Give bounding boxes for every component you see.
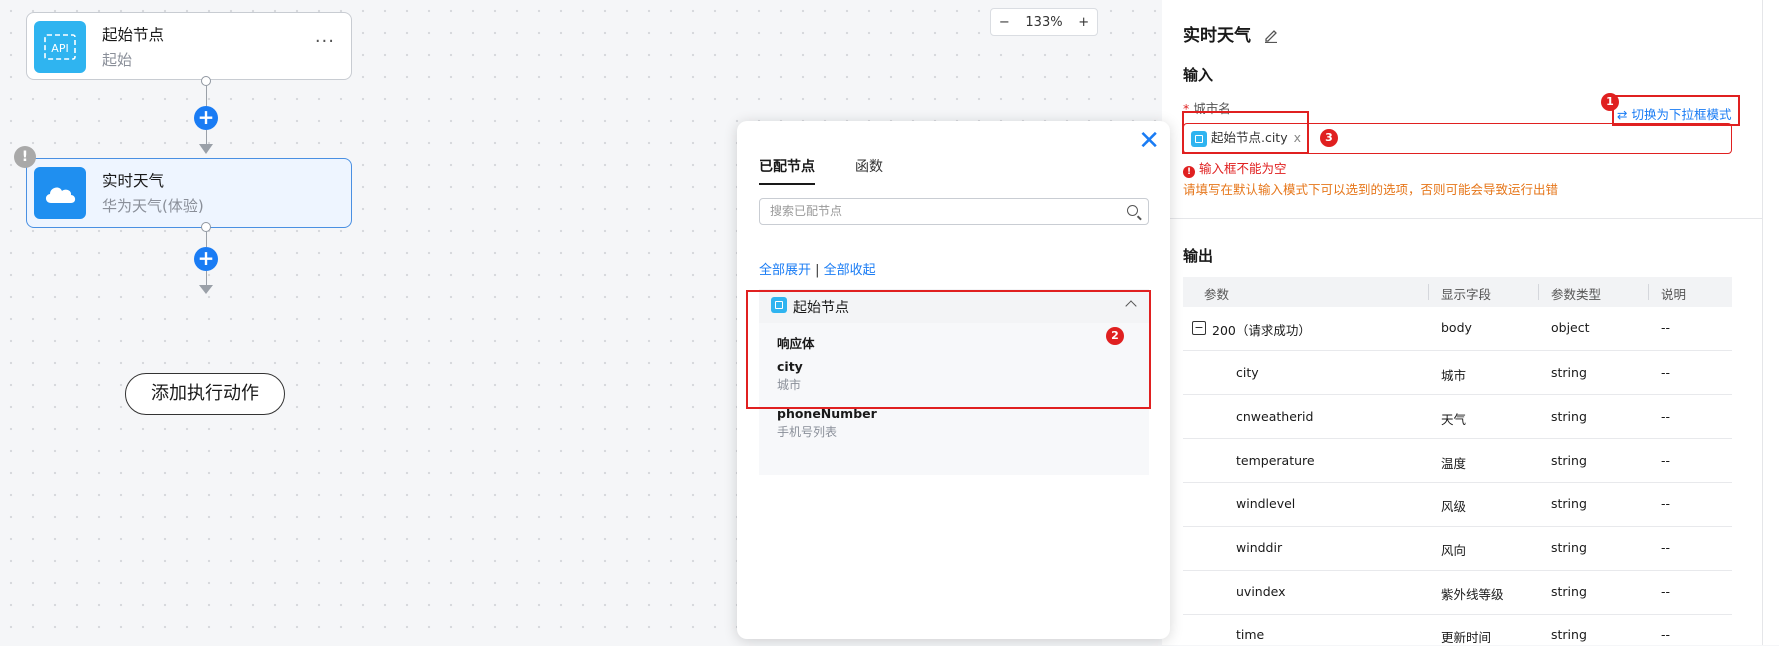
table-row: winddir 风向 string -- bbox=[1236, 540, 1671, 558]
header-type: 参数类型 bbox=[1551, 287, 1602, 302]
tab-configured-nodes[interactable]: 已配节点 bbox=[759, 156, 815, 176]
start-node-subtitle: 起始 bbox=[102, 51, 133, 69]
zoom-level: 133% bbox=[1025, 14, 1063, 30]
table-row: windlevel 风级 string -- bbox=[1236, 496, 1671, 514]
collapse-all-link[interactable]: 全部收起 bbox=[824, 263, 876, 278]
more-options-icon[interactable]: ··· bbox=[315, 31, 335, 52]
weather-node-title: 实时天气 bbox=[102, 172, 165, 190]
weather-node[interactable]: 实时天气 华为天气(体验) bbox=[26, 158, 352, 228]
connector-arrow bbox=[199, 144, 213, 154]
connector-line bbox=[206, 232, 207, 247]
tree-item-phone-number[interactable]: phoneNumber 手机号列表 bbox=[777, 406, 877, 440]
collapse-toggle-icon[interactable]: − bbox=[1192, 321, 1206, 335]
weather-node-subtitle: 华为天气(体验) bbox=[102, 197, 204, 215]
add-node-button[interactable]: + bbox=[194, 247, 218, 271]
column-separator bbox=[1648, 284, 1649, 300]
expand-all-link[interactable]: 全部展开 bbox=[759, 263, 811, 278]
input-section-title: 输入 bbox=[1183, 66, 1214, 84]
api-icon: API bbox=[34, 21, 86, 73]
edit-icon[interactable] bbox=[1263, 27, 1279, 48]
cloud-icon bbox=[34, 167, 86, 219]
search-icon[interactable] bbox=[1127, 205, 1138, 216]
panel-title: 实时天气 bbox=[1183, 21, 1279, 48]
header-desc: 说明 bbox=[1661, 287, 1687, 302]
table-group-row: − 200（请求成功） body object -- bbox=[1183, 307, 1732, 351]
tab-functions[interactable]: 函数 bbox=[855, 156, 883, 176]
add-node-button[interactable]: + bbox=[194, 106, 218, 130]
connector-line bbox=[206, 271, 207, 285]
table-row: cnweatherid 天气 string -- bbox=[1236, 409, 1671, 427]
error-icon: ! bbox=[1183, 166, 1195, 178]
panel-edge bbox=[1762, 0, 1779, 645]
active-tab-indicator bbox=[759, 183, 815, 185]
annotation-marker-1: 1 bbox=[1601, 93, 1619, 111]
start-node-title: 起始节点 bbox=[102, 26, 165, 44]
zoom-out-button[interactable]: − bbox=[999, 15, 1010, 30]
search-input[interactable]: 搜索已配节点 bbox=[759, 198, 1149, 225]
weather-node-output-port[interactable] bbox=[201, 222, 211, 232]
annotation-marker-2: 2 bbox=[1106, 327, 1124, 345]
column-separator bbox=[1428, 284, 1429, 300]
connector-line bbox=[206, 130, 207, 144]
expand-collapse-links: 全部展开 | 全部收起 bbox=[759, 263, 876, 278]
section-divider bbox=[1162, 218, 1762, 219]
zoom-in-button[interactable]: + bbox=[1078, 15, 1089, 30]
add-action-button[interactable]: 添加执行动作 bbox=[125, 373, 285, 415]
annotation-box-2 bbox=[746, 290, 1151, 409]
start-node[interactable]: API 起始节点 起始 ··· bbox=[26, 12, 352, 80]
error-message: ! 输入框不能为空 bbox=[1183, 158, 1287, 178]
table-row: temperature 温度 string -- bbox=[1236, 453, 1671, 471]
table-row: city 城市 string -- bbox=[1236, 365, 1671, 383]
header-field: 显示字段 bbox=[1441, 287, 1492, 302]
close-icon[interactable]: ✕ bbox=[1138, 127, 1160, 155]
zoom-control: − 133% + bbox=[990, 8, 1098, 36]
table-row: time 更新时间 string -- bbox=[1236, 627, 1671, 645]
output-table-header: 参数 显示字段 参数类型 说明 bbox=[1183, 277, 1732, 307]
header-param: 参数 bbox=[1204, 287, 1230, 302]
hint-message: 请填写在默认输入模式下可以选到的选项，否则可能会导致运行出错 bbox=[1183, 182, 1559, 197]
connector-arrow bbox=[199, 285, 213, 294]
annotation-box-1 bbox=[1612, 95, 1740, 126]
output-section-title: 输出 bbox=[1183, 247, 1214, 265]
annotation-marker-3: 3 bbox=[1320, 129, 1338, 147]
column-separator bbox=[1538, 284, 1539, 300]
table-row: uvindex 紫外线等级 string -- bbox=[1236, 584, 1671, 602]
start-node-output-port[interactable] bbox=[201, 76, 211, 86]
warning-icon: ! bbox=[14, 146, 36, 168]
svg-text:API: API bbox=[51, 42, 68, 55]
annotation-box-3 bbox=[1182, 111, 1309, 154]
